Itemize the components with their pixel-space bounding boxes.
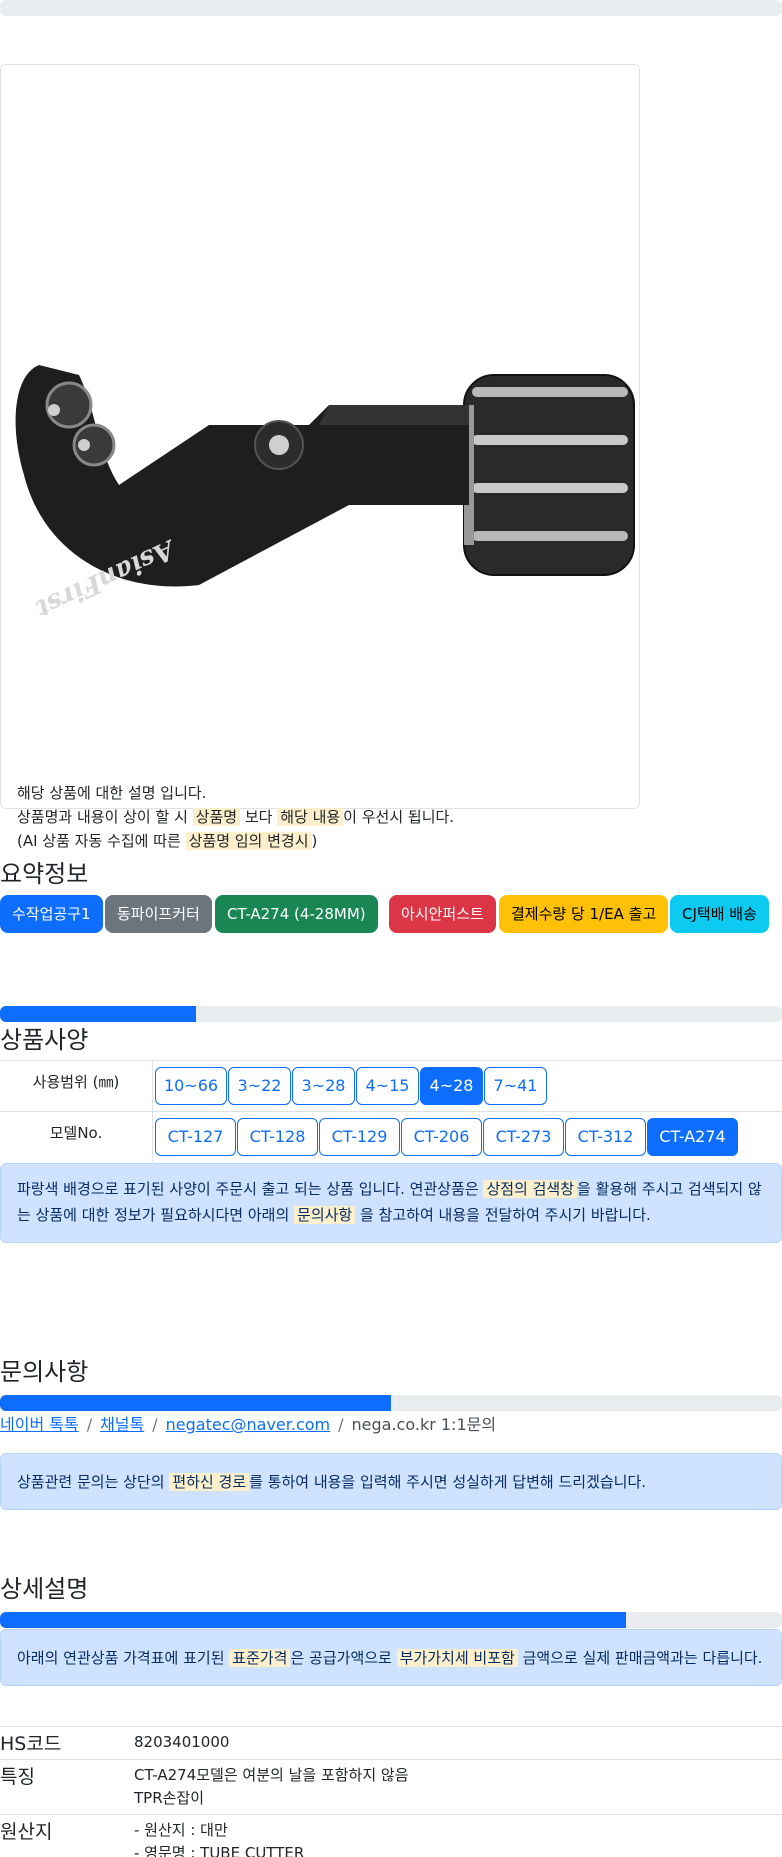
description-line-3: (AI 상품 자동 수집에 따른 상품명 임의 변경시) <box>17 829 454 853</box>
notice-text: 은 공급가액으로 <box>290 1649 397 1667</box>
detail-row-feature: 특징 CT-A274모델은 여분의 날을 포함하지 않음 TPR손잡이 <box>0 1759 782 1814</box>
product-image: AsianFirst <box>9 365 639 624</box>
detail-value-feature: CT-A274모델은 여분의 날을 포함하지 않음 TPR손잡이 <box>134 1764 409 1810</box>
specs-title: 상품사양 <box>0 1026 89 1054</box>
summary-badge: CJ택배 배송 <box>670 895 769 933</box>
spec-label-range: 사용범위 (㎜) <box>32 1073 120 1091</box>
detail-value-line: - 원산지 : 대만 <box>134 1821 228 1839</box>
notice-text: 금액으로 실제 판매금액과는 다릅니다. <box>517 1649 763 1667</box>
range-option-button[interactable]: 4~28 <box>420 1067 483 1105</box>
highlight-vat-excluded: 부가가치세 비포함 <box>396 1649 518 1667</box>
detail-progress-fill <box>0 1612 626 1628</box>
email-link[interactable]: negatec@naver.com <box>166 1415 330 1434</box>
detail-key-feature: 특징 <box>0 1766 35 1788</box>
summary-badge: 수작업공구1 <box>0 895 103 933</box>
inquiry-title: 문의사항 <box>0 1358 89 1386</box>
summary-badge: 아시안퍼스트 <box>389 895 496 933</box>
detail-key-hscode: HS코드 <box>0 1733 62 1755</box>
notice-text: 을 활용해 주시고 검색되지 않 <box>577 1180 762 1198</box>
range-option-button[interactable]: 10~66 <box>155 1067 227 1105</box>
description-line-2: 상품명과 내용이 상이 할 시 상품명 보다 해당 내용 이 우선시 됩니다. <box>17 805 454 829</box>
site-inquiry-text: nega.co.kr 1:1문의 <box>351 1415 497 1434</box>
detail-value-origin: - 원산지 : 대만 - 영문명 : TUBE CUTTER <box>134 1819 304 1857</box>
model-option-button[interactable]: CT-128 <box>237 1118 318 1156</box>
breadcrumb-separator: / <box>152 1415 158 1434</box>
notice-line-2: 는 상품에 대한 정보가 필요하시다면 아래의 문의사항 을 참고하여 내용을 … <box>17 1202 765 1228</box>
detail-key-origin: 원산지 <box>0 1821 53 1843</box>
detail-value-line: - 영문명 : TUBE CUTTER <box>134 1844 305 1857</box>
detail-notice: 아래의 연관상품 가격표에 표기된 표준가격 은 공급가액으로 부가가치세 비포함… <box>0 1629 782 1686</box>
highlight-inquiry: 문의사항 <box>294 1206 356 1224</box>
highlight-content: 해당 내용 <box>277 808 344 826</box>
top-progress-bar <box>0 0 782 16</box>
notice-text: 을 참고하여 내용을 전달하여 주시기 바랍니다. <box>355 1206 651 1224</box>
tube-cutter-illustration: AsianFirst <box>15 365 635 624</box>
detail-progress-bar <box>0 1612 782 1628</box>
detail-title: 상세설명 <box>0 1575 89 1603</box>
notice-text: 는 상품에 대한 정보가 필요하시다면 아래의 <box>17 1206 295 1224</box>
description-line-1: 해당 상품에 대한 설명 입니다. <box>17 784 207 802</box>
model-option-button[interactable]: CT-129 <box>319 1118 400 1156</box>
model-option-button[interactable]: CT-206 <box>401 1118 482 1156</box>
detail-value-line: TPR손잡이 <box>134 1789 205 1807</box>
description-text: 상품명과 내용이 상이 할 시 <box>17 808 193 826</box>
notice-text: 아래의 연관상품 가격표에 표기된 <box>17 1649 230 1667</box>
highlight-search-box: 상점의 검색창 <box>483 1180 578 1198</box>
row-divider <box>152 1112 153 1162</box>
notice-text: 상품관련 문의는 상단의 <box>17 1473 170 1491</box>
detail-value-hscode: 8203401000 <box>134 1731 229 1754</box>
spec-row-range: 사용범위 (㎜) 10~66 3~22 3~28 4~15 4~28 7~41 <box>0 1060 782 1111</box>
detail-value-line: 8203401000 <box>134 1733 230 1751</box>
description-text: 보다 <box>240 808 278 826</box>
row-divider <box>152 1061 153 1111</box>
notice-text: 파랑색 배경으로 표기된 사양이 주문시 출고 되는 상품 입니다. 연관상품은 <box>17 1180 484 1198</box>
highlight-route: 편하신 경로 <box>169 1473 250 1491</box>
summary-badge: CT-A274 (4-28MM) <box>215 895 378 933</box>
model-option-button[interactable]: CT-312 <box>565 1118 646 1156</box>
detail-row-hscode: HS코드 8203401000 <box>0 1726 782 1759</box>
summary-title: 요약정보 <box>0 860 89 888</box>
notice-text: 를 통하여 내용을 입력해 주시면 성실하게 답변해 드리겠습니다. <box>249 1473 647 1491</box>
summary-badge: 동파이프커터 <box>105 895 212 933</box>
notice-line-1: 파랑색 배경으로 표기된 사양이 주문시 출고 되는 상품 입니다. 연관상품은… <box>17 1176 765 1202</box>
description-text: 이 우선시 됩니다. <box>343 808 455 826</box>
summary-badge: 결제수량 당 1/EA 출고 <box>499 895 669 933</box>
range-option-button[interactable]: 4~15 <box>356 1067 419 1105</box>
highlight-product-name: 상품명 <box>192 808 241 826</box>
specs-progress-bar <box>0 1006 782 1022</box>
inquiry-breadcrumb: 네이버 톡톡 / 채널톡 / negatec@naver.com / nega.co.kr … <box>0 1411 496 1435</box>
spec-row-model: 모델No. CT-127 CT-128 CT-129 CT-206 CT-273 CT-3… <box>0 1111 782 1162</box>
range-option-button[interactable]: 7~41 <box>484 1067 547 1105</box>
model-option-button[interactable]: CT-A274 <box>647 1118 738 1156</box>
spec-label-model: 모델No. <box>49 1124 103 1142</box>
model-option-button[interactable]: CT-273 <box>483 1118 564 1156</box>
inquiry-progress-bar <box>0 1395 782 1411</box>
product-description: 해당 상품에 대한 설명 입니다. 상품명과 내용이 상이 할 시 상품명 보다… <box>17 781 454 853</box>
highlight-name-change: 상품명 임의 변경시 <box>185 832 312 850</box>
channel-talk-link[interactable]: 채널톡 <box>100 1415 144 1434</box>
model-option-button[interactable]: CT-127 <box>155 1118 236 1156</box>
product-card: AsianFirst 해당 상품에 대한 설명 입니다. 상품명과 내용이 상이… <box>0 64 640 850</box>
detail-value-line: CT-A274모델은 여분의 날을 포함하지 않음 <box>134 1766 409 1784</box>
inquiry-progress-fill <box>0 1395 391 1411</box>
naver-talk-link[interactable]: 네이버 톡톡 <box>0 1415 79 1434</box>
detail-row-origin: 원산지 - 원산지 : 대만 - 영문명 : TUBE CUTTER <box>0 1814 782 1857</box>
specs-notice: 파랑색 배경으로 표기된 사양이 주문시 출고 되는 상품 입니다. 연관상품은… <box>0 1163 782 1243</box>
inquiry-notice: 상품관련 문의는 상단의 편하신 경로 를 통하여 내용을 입력해 주시면 성실하… <box>0 1453 782 1510</box>
range-option-button[interactable]: 3~22 <box>228 1067 291 1105</box>
breadcrumb-separator: / <box>86 1415 93 1434</box>
description-text: (AI 상품 자동 수집에 따른 <box>17 832 186 850</box>
description-text: ) <box>311 832 318 850</box>
breadcrumb-separator: / <box>338 1415 344 1434</box>
range-option-button[interactable]: 3~28 <box>292 1067 355 1105</box>
highlight-standard-price: 표준가격 <box>229 1649 291 1667</box>
